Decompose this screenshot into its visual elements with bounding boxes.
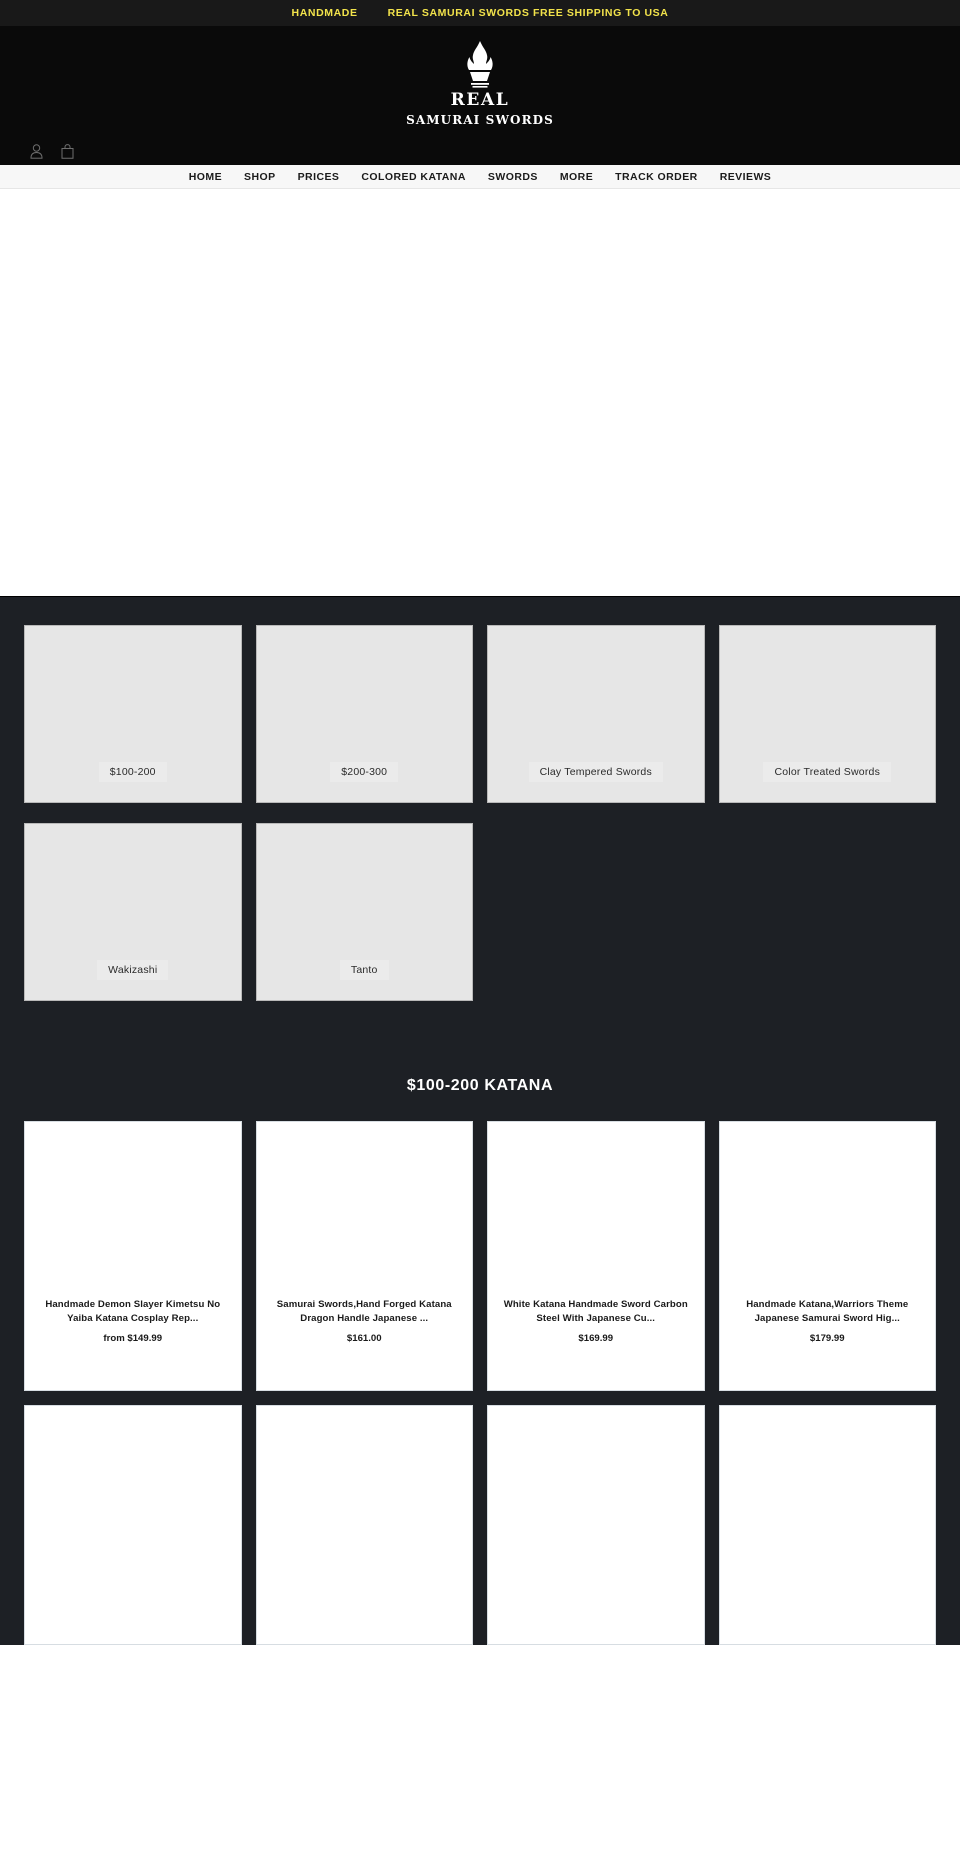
product-price: $161.00 bbox=[346, 1332, 382, 1344]
account-icon[interactable] bbox=[30, 144, 43, 159]
product-price: from $149.99 bbox=[103, 1332, 163, 1344]
collection-tile-label: Clay Tempered Swords bbox=[528, 762, 663, 782]
collection-tile-tanto[interactable]: Tanto bbox=[255, 823, 473, 1001]
product-image bbox=[25, 1406, 241, 1582]
product-card[interactable]: Handmade Demon Slayer Kimetsu No Yaiba K… bbox=[24, 1121, 242, 1391]
product-image bbox=[719, 1122, 935, 1298]
collection-tile-100-200[interactable]: $100-200 bbox=[24, 625, 242, 803]
product-image bbox=[25, 1122, 241, 1298]
product-card[interactable] bbox=[24, 1405, 242, 1645]
collection-tile-clay-tempered-swords[interactable]: Clay Tempered Swords bbox=[487, 625, 705, 803]
product-price: $169.99 bbox=[578, 1332, 614, 1344]
collection-grid-row-1: $100-200 $200-300 Clay Tempered Swords C… bbox=[0, 597, 960, 803]
product-grid-row-1: Handmade Demon Slayer Kimetsu No Yaiba K… bbox=[0, 1121, 960, 1391]
nav-item-track-order[interactable]: TRACK ORDER bbox=[615, 171, 698, 183]
product-card[interactable]: White Katana Handmade Sword Carbon Steel… bbox=[487, 1121, 705, 1391]
collection-tile-200-300[interactable]: $200-300 bbox=[255, 625, 473, 803]
announcement-item-handmade: HANDMADE bbox=[291, 7, 358, 19]
hero-banner bbox=[0, 189, 960, 596]
product-title: Handmade Katana,Warriors Theme Japanese … bbox=[746, 1299, 909, 1324]
collection-grid-row-2: Wakizashi Tanto bbox=[0, 803, 960, 1001]
cart-icon[interactable] bbox=[61, 144, 74, 159]
collection-tile-label: Tanto bbox=[339, 960, 389, 980]
nav-item-shop[interactable]: SHOP bbox=[244, 171, 276, 183]
product-card[interactable] bbox=[718, 1405, 936, 1645]
header-icon-group bbox=[30, 144, 74, 159]
logo-text-line2: SAMURAI SWORDS bbox=[406, 113, 554, 127]
nav-item-swords[interactable]: SWORDS bbox=[488, 171, 538, 183]
nav-item-prices[interactable]: PRICES bbox=[298, 171, 340, 183]
flame-torch-icon bbox=[458, 40, 502, 88]
site-logo[interactable]: REAL SAMURAI SWORDS bbox=[0, 40, 960, 127]
featured-section-heading: $100-200 KATANA bbox=[406, 1077, 554, 1094]
product-card[interactable] bbox=[487, 1405, 705, 1645]
nav-item-reviews[interactable]: REVIEWS bbox=[720, 171, 772, 183]
main-navigation: HOME SHOP PRICES COLORED KATANA SWORDS M… bbox=[0, 165, 960, 189]
nav-item-colored-katana[interactable]: COLORED KATANA bbox=[361, 171, 466, 183]
product-title: White Katana Handmade Sword Carbon Steel… bbox=[503, 1299, 688, 1324]
product-price: $179.99 bbox=[809, 1332, 845, 1344]
product-image bbox=[256, 1122, 472, 1298]
product-card[interactable]: Samurai Swords,Hand Forged Katana Dragon… bbox=[255, 1121, 473, 1391]
product-image bbox=[256, 1406, 472, 1582]
nav-item-more[interactable]: MORE bbox=[560, 171, 593, 183]
collection-tile-label: Color Treated Swords bbox=[763, 762, 892, 782]
product-image bbox=[488, 1406, 704, 1582]
logo-text-line1: REAL bbox=[450, 90, 510, 110]
collections-section: $100-200 $200-300 Clay Tempered Swords C… bbox=[0, 596, 960, 1645]
nav-item-home[interactable]: HOME bbox=[189, 171, 222, 183]
announcement-item-shipping: REAL SAMURAI SWORDS FREE SHIPPING TO USA bbox=[387, 7, 669, 19]
collection-tile-color-treated-swords[interactable]: Color Treated Swords bbox=[718, 625, 936, 803]
product-card[interactable]: Handmade Katana,Warriors Theme Japanese … bbox=[718, 1121, 936, 1391]
collection-tile-label: $100-200 bbox=[98, 762, 167, 782]
product-image bbox=[719, 1406, 935, 1582]
product-card[interactable] bbox=[255, 1405, 473, 1645]
announcement-bar: HANDMADE REAL SAMURAI SWORDS FREE SHIPPI… bbox=[0, 0, 960, 26]
product-title: Samurai Swords,Hand Forged Katana Dragon… bbox=[276, 1299, 452, 1324]
product-title: Handmade Demon Slayer Kimetsu No Yaiba K… bbox=[45, 1299, 221, 1324]
collection-tile-label: $200-300 bbox=[330, 762, 399, 782]
product-image bbox=[488, 1122, 704, 1298]
collection-tile-wakizashi[interactable]: Wakizashi bbox=[24, 823, 242, 1001]
collection-tile-label: Wakizashi bbox=[97, 960, 169, 980]
product-grid-row-2 bbox=[0, 1391, 960, 1645]
site-header: REAL SAMURAI SWORDS bbox=[0, 26, 960, 165]
